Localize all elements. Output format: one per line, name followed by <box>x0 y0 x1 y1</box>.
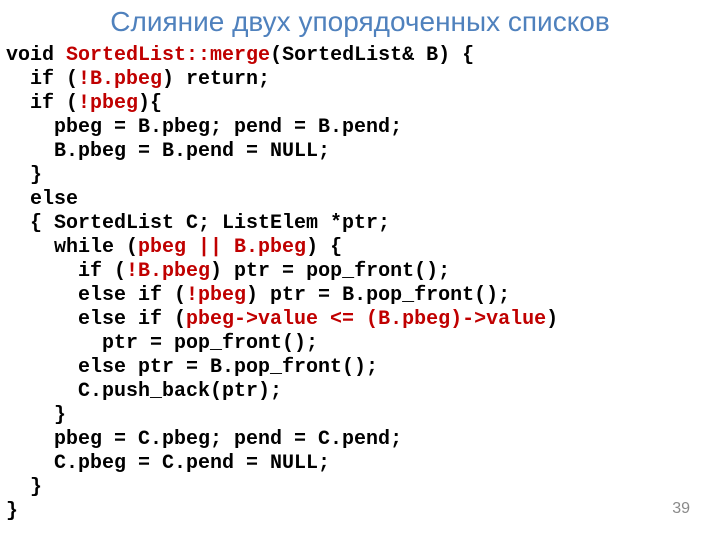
method-name: SortedList::merge <box>66 44 270 67</box>
code-line-14: else ptr = B.pop_front(); <box>6 356 378 379</box>
code-line-15: C.push_back(ptr); <box>6 380 282 403</box>
code-line-13: ptr = pop_front(); <box>6 332 318 355</box>
code-line-05: B.pbeg = B.pend = NULL; <box>6 140 330 163</box>
code-line-06: } <box>6 164 42 187</box>
code-line-01: void SortedList::merge(SortedList& B) { <box>6 44 474 67</box>
code-block: void SortedList::merge(SortedList& B) { … <box>0 44 720 524</box>
code-line-09: while (pbeg || B.pbeg) { <box>6 236 342 259</box>
code-line-20: } <box>6 500 18 523</box>
code-line-07: else <box>6 188 78 211</box>
code-line-12: else if (pbeg->value <= (B.pbeg)->value) <box>6 308 558 331</box>
code-line-11: else if (!pbeg) ptr = B.pop_front(); <box>6 284 510 307</box>
code-line-19: } <box>6 476 42 499</box>
slide-title: Слияние двух упорядоченных списков <box>0 0 720 44</box>
page-number: 39 <box>672 500 690 518</box>
code-line-10: if (!B.pbeg) ptr = pop_front(); <box>6 260 450 283</box>
code-line-17: pbeg = C.pbeg; pend = C.pend; <box>6 428 402 451</box>
code-line-16: } <box>6 404 66 427</box>
slide: Слияние двух упорядоченных списков void … <box>0 0 720 540</box>
code-line-02: if (!B.pbeg) return; <box>6 68 270 91</box>
code-line-04: pbeg = B.pbeg; pend = B.pend; <box>6 116 402 139</box>
code-line-03: if (!pbeg){ <box>6 92 162 115</box>
code-line-08: { SortedList C; ListElem *ptr; <box>6 212 390 235</box>
code-line-18: C.pbeg = C.pend = NULL; <box>6 452 330 475</box>
